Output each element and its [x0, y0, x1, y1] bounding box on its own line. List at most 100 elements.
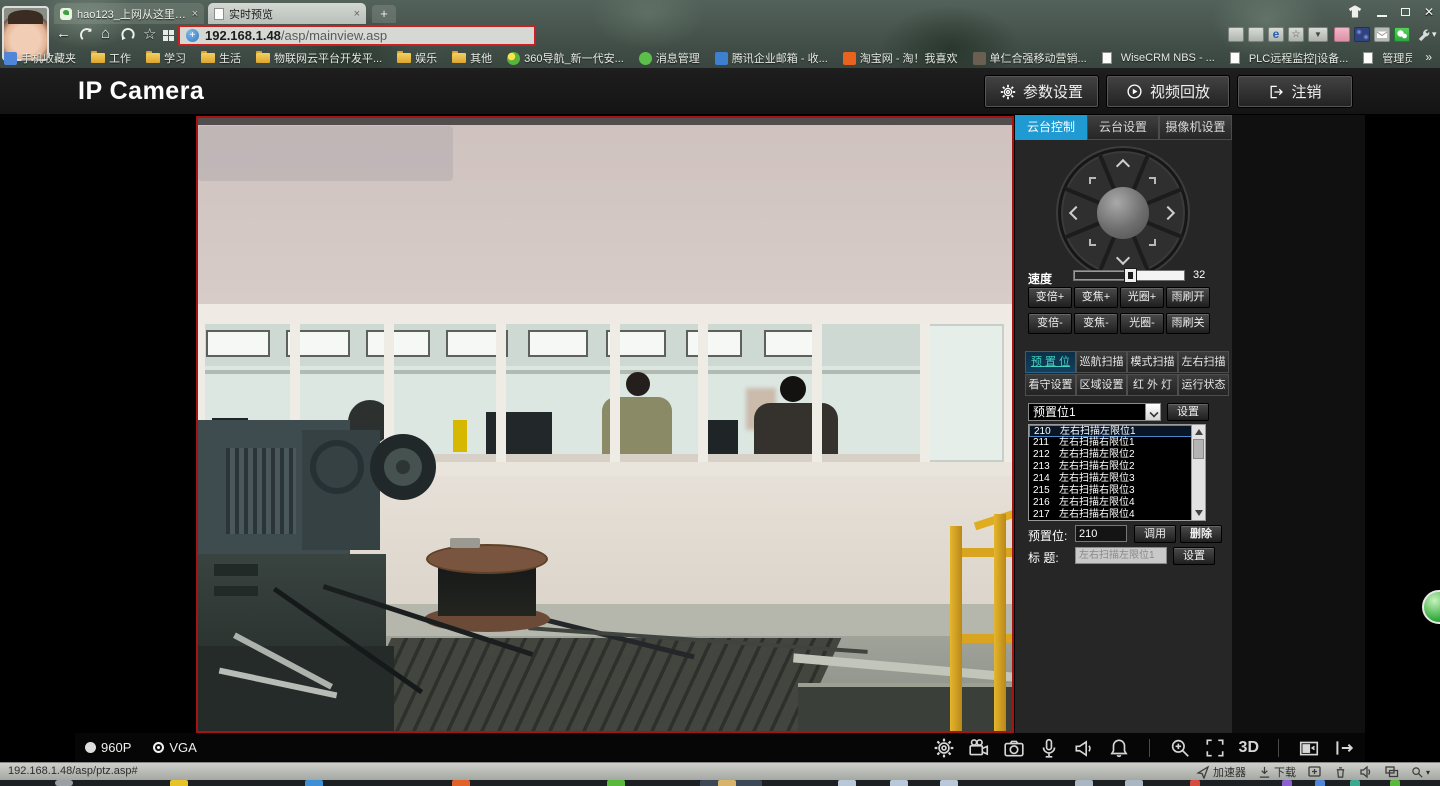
bookmark-item[interactable]: 淘宝网 - 淘！我喜欢	[843, 50, 958, 66]
back-arrow-icon[interactable]: ←	[56, 25, 71, 42]
bookmark-item[interactable]: 其他	[452, 50, 492, 66]
fn-tab-preset[interactable]: 预 置 位	[1025, 351, 1076, 373]
alarm-bell-icon[interactable]	[1108, 737, 1130, 759]
delete-preset-button[interactable]: 删除	[1180, 525, 1222, 543]
microphone-icon[interactable]	[1038, 737, 1060, 759]
iris-plus-button[interactable]: 光圈+	[1120, 287, 1164, 308]
bookmark-item[interactable]: 娱乐	[397, 50, 437, 66]
browser-tab-live-preview[interactable]: 实时预览 ×	[208, 3, 366, 24]
fn-tab-ir-light[interactable]: 红 外 灯	[1127, 374, 1178, 396]
focus-minus-button[interactable]: 变焦-	[1074, 313, 1118, 334]
pan-down-icon[interactable]	[1116, 251, 1130, 265]
fn-tab-region[interactable]: 区域设置	[1076, 374, 1127, 396]
accelerator-button[interactable]: 加速器	[1196, 764, 1246, 780]
bookmark-item[interactable]: 单仁合强移动营销...	[973, 50, 1087, 66]
navy-extension-icon[interactable]	[1354, 27, 1370, 42]
download-button[interactable]: 下载	[1258, 764, 1296, 780]
record-camera-icon[interactable]	[968, 737, 990, 759]
fn-tab-pan-scan[interactable]: 左右扫描	[1178, 351, 1229, 373]
title-input[interactable]	[1075, 547, 1167, 564]
pan-downright-icon[interactable]	[1149, 239, 1156, 246]
tab-close-icon[interactable]: ×	[192, 8, 198, 20]
bookmark-item[interactable]: 腾讯企业邮箱 - 收...	[715, 50, 828, 66]
title-set-button[interactable]: 设置	[1173, 547, 1215, 565]
fn-tab-cruise-scan[interactable]: 巡航扫描	[1076, 351, 1127, 373]
pan-left-icon[interactable]	[1069, 206, 1083, 220]
speaker-horn-icon[interactable]	[1073, 737, 1095, 759]
tab-close-icon[interactable]: ×	[354, 8, 360, 20]
scroll-down-icon[interactable]	[1195, 510, 1203, 516]
pink-extension-icon[interactable]	[1334, 27, 1350, 42]
wiper-off-button[interactable]: 雨刷关	[1166, 313, 1210, 334]
playback-button[interactable]: 视频回放	[1107, 76, 1229, 107]
favorites-star-icon[interactable]: ☆	[143, 25, 156, 43]
bookmark-item[interactable]: 360导航_新一代安...	[507, 50, 624, 66]
bookmark-item[interactable]: 物联网云平台开发平...	[256, 50, 382, 66]
screens-icon[interactable]	[1385, 765, 1399, 779]
pan-upright-icon[interactable]	[1149, 177, 1156, 184]
preset-list[interactable]: 210左右扫描左限位1 211左右扫描右限位1 212左右扫描左限位2 213左…	[1028, 424, 1206, 521]
pad-center-knob[interactable]	[1097, 187, 1149, 239]
preset-list-item[interactable]: 214左右扫描左限位3	[1029, 473, 1205, 485]
apps-grid-icon[interactable]	[163, 30, 174, 41]
toolbar-dropdown-icon[interactable]: ▼	[1308, 27, 1328, 42]
slider-thumb[interactable]	[1124, 268, 1137, 283]
zoom-level-button[interactable]: ▾	[1411, 766, 1430, 779]
pan-up-icon[interactable]	[1116, 159, 1130, 173]
bookmark-item[interactable]: PLC远程监控|设备...	[1230, 50, 1348, 66]
panel-toggle-icon[interactable]	[1298, 737, 1320, 759]
wechat-icon[interactable]	[1394, 27, 1410, 42]
preset-list-item[interactable]: 211左右扫描右限位1	[1029, 437, 1205, 449]
preset-list-item[interactable]: 217左右扫描右限位4	[1029, 509, 1205, 521]
minimize-icon[interactable]	[1377, 15, 1387, 17]
logout-button[interactable]: 注销	[1238, 76, 1352, 107]
pan-downleft-icon[interactable]	[1089, 239, 1096, 246]
resolution-960p[interactable]: 960P	[85, 740, 131, 755]
preset-list-item[interactable]: 210左右扫描左限位1	[1029, 425, 1205, 437]
scroll-up-icon[interactable]	[1195, 429, 1203, 435]
browser-tab-hao123[interactable]: hao123_上网从这里开始 ×	[54, 3, 204, 24]
list-scrollbar[interactable]	[1191, 425, 1205, 520]
trash-icon[interactable]	[1334, 766, 1347, 779]
wiper-on-button[interactable]: 雨刷开	[1166, 287, 1210, 308]
refresh-icon[interactable]	[79, 27, 94, 42]
preset-list-item[interactable]: 212左右扫描左限位2	[1029, 449, 1205, 461]
wrench-icon[interactable]	[1416, 27, 1431, 42]
capture-icon[interactable]	[1228, 27, 1244, 42]
iris-minus-button[interactable]: 光圈-	[1120, 313, 1164, 334]
zoom-plus-button[interactable]: 变倍+	[1028, 287, 1072, 308]
preset-select[interactable]: 预置位1	[1028, 403, 1161, 421]
bookmark-item[interactable]: 学习	[146, 50, 186, 66]
bookmark-item[interactable]: 工作	[91, 50, 131, 66]
fn-tab-pattern-scan[interactable]: 模式扫描	[1127, 351, 1178, 373]
pan-tilt-pad[interactable]	[1058, 148, 1188, 278]
fullscreen-icon[interactable]	[1204, 737, 1226, 759]
scroll-thumb[interactable]	[1193, 439, 1204, 459]
stream-settings-gear-icon[interactable]	[933, 737, 955, 759]
call-preset-button[interactable]: 调用	[1134, 525, 1176, 543]
fn-tab-run-status[interactable]: 运行状态	[1178, 374, 1229, 396]
speed-slider[interactable]	[1073, 270, 1185, 281]
bookmark-item[interactable]: 管理员登录	[1363, 50, 1412, 66]
mail-icon[interactable]	[1374, 27, 1390, 42]
pan-upleft-icon[interactable]	[1089, 177, 1096, 184]
preset-list-item[interactable]: 216左右扫描左限位4	[1029, 497, 1205, 509]
new-tab-button[interactable]: +	[372, 5, 396, 23]
bookmark-item[interactable]: 手机收藏夹	[4, 50, 76, 66]
radio-icon[interactable]	[85, 742, 96, 753]
zoom-in-icon[interactable]	[1169, 737, 1191, 759]
pan-right-icon[interactable]	[1161, 206, 1175, 220]
bookmark-item[interactable]: WiseCRM NBS - ...	[1102, 52, 1215, 64]
resolution-vga[interactable]: VGA	[153, 740, 196, 755]
tab-ptz-control[interactable]: 云台控制	[1015, 115, 1087, 140]
fn-tab-guard[interactable]: 看守设置	[1025, 374, 1076, 396]
screenshot-icon[interactable]	[1248, 27, 1264, 42]
collapse-arrow-icon[interactable]	[1333, 737, 1355, 759]
floating-assistant-ball[interactable]	[1422, 590, 1440, 624]
home-icon[interactable]: ⌂	[101, 25, 110, 42]
wrench-caret-icon[interactable]: ▾	[1432, 29, 1437, 40]
3d-position-button[interactable]: 3D	[1239, 739, 1259, 757]
preset-list-item[interactable]: 213左右扫描右限位2	[1029, 461, 1205, 473]
preset-id-input[interactable]	[1075, 525, 1127, 542]
tab-camera-settings[interactable]: 摄像机设置	[1159, 115, 1232, 140]
